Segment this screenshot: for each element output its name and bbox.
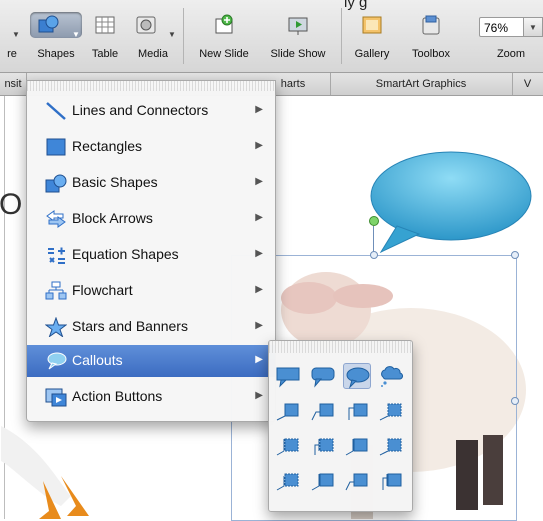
submenu-grip xyxy=(269,341,412,353)
menu-grip xyxy=(27,81,275,91)
flowchart-icon xyxy=(45,281,67,300)
star-icon xyxy=(45,317,67,337)
chevron-down-icon: ▼ xyxy=(72,30,80,39)
table-icon xyxy=(95,16,115,34)
media-icon xyxy=(136,16,156,34)
line-callout-icon xyxy=(348,403,368,420)
tab-smartart-graphics[interactable]: SmartArt Graphics xyxy=(330,73,513,95)
zoom-label-wrap: Zoom xyxy=(496,48,526,60)
cloud-callout-icon xyxy=(381,366,404,387)
toolbar: ly g ▼ re ▼ Shapes Table ▼ Media New Sli… xyxy=(0,0,543,73)
rotation-line xyxy=(373,226,374,252)
submenu-arrow-icon: ▶ xyxy=(255,390,263,401)
menu-item-action-buttons[interactable]: Action Buttons ▶ xyxy=(27,381,275,413)
slide-show-icon xyxy=(288,17,308,35)
callout-line-4[interactable] xyxy=(377,398,405,424)
tab-transitions[interactable]: nsit xyxy=(0,73,27,95)
callout-border-3[interactable] xyxy=(343,468,371,494)
menu-item-block-arrows[interactable]: Block Arrows ▶ xyxy=(27,203,275,235)
callout-line-1[interactable] xyxy=(274,398,302,424)
callout-line-2[interactable] xyxy=(309,398,337,424)
callout-icon xyxy=(47,352,67,370)
callout-accent-2[interactable] xyxy=(309,433,337,459)
media-button[interactable]: ▼ Media xyxy=(126,10,180,60)
callout-accent-3[interactable] xyxy=(343,433,371,459)
new-slide-icon xyxy=(215,14,233,34)
toolbar-separator xyxy=(183,8,184,64)
menu-item-rectangles[interactable]: Rectangles ▶ xyxy=(27,131,275,163)
slide-partial-text: O xyxy=(0,188,23,221)
callout-accent-4[interactable] xyxy=(377,433,405,459)
gallery-button[interactable]: Gallery xyxy=(346,10,398,60)
callout-rectangular[interactable] xyxy=(274,363,302,389)
line-icon xyxy=(46,102,66,120)
shapes-button[interactable]: ▼ Shapes xyxy=(28,10,84,60)
rounded-callout-icon xyxy=(311,367,335,388)
callout-line-3[interactable] xyxy=(343,398,371,424)
menu-item-stars-and-banners[interactable]: Stars and Banners ▶ xyxy=(27,311,275,343)
border-callout-icon xyxy=(311,473,334,491)
callout-cloud[interactable] xyxy=(377,363,405,389)
shapes-menu: Lines and Connectors ▶ Rectangles ▶ Basi… xyxy=(26,80,276,422)
callout-border-2[interactable] xyxy=(309,468,337,494)
basic-shapes-icon xyxy=(45,174,67,193)
rectangle-icon xyxy=(46,138,66,156)
callout-border-1[interactable] xyxy=(274,468,302,494)
submenu-arrow-icon: ▶ xyxy=(255,212,263,223)
submenu-arrow-icon: ▶ xyxy=(255,248,263,259)
toolbox-button[interactable]: Toolbox xyxy=(398,10,464,60)
block-arrows-icon xyxy=(46,210,66,228)
toolbar-separator xyxy=(341,8,342,64)
chevron-down-icon: ▼ xyxy=(168,30,176,39)
menu-item-equation-shapes[interactable]: Equation Shapes ▶ xyxy=(27,239,275,271)
submenu-arrow-icon: ▶ xyxy=(255,354,263,365)
picture-button[interactable]: ▼ re xyxy=(0,10,24,60)
menu-item-callouts[interactable]: Callouts ▶ xyxy=(27,345,275,377)
accent-callout-icon xyxy=(314,438,334,455)
oval-callout-icon xyxy=(346,367,370,389)
line-callout-icon xyxy=(379,403,402,421)
submenu-arrow-icon: ▶ xyxy=(255,284,263,295)
accent-callout-icon xyxy=(276,438,299,456)
action-button-icon xyxy=(45,388,67,407)
submenu-arrow-icon: ▶ xyxy=(255,176,263,187)
line-callout-icon xyxy=(311,403,334,421)
callout-oval[interactable] xyxy=(343,363,371,389)
resize-handle[interactable] xyxy=(511,251,519,259)
callout-accent-1[interactable] xyxy=(274,433,302,459)
equation-icon xyxy=(48,247,65,264)
menu-item-lines-and-connectors[interactable]: Lines and Connectors ▶ xyxy=(27,95,275,127)
submenu-arrow-icon: ▶ xyxy=(255,320,263,331)
border-callout-icon xyxy=(382,473,402,490)
new-slide-button[interactable]: New Slide xyxy=(188,10,260,60)
tab-review[interactable]: V xyxy=(512,73,543,95)
oval-callout-shape[interactable] xyxy=(367,148,535,254)
accent-callout-icon xyxy=(345,438,368,456)
border-callout-icon xyxy=(345,473,368,491)
callout-border-4[interactable] xyxy=(377,468,405,494)
shapes-icon xyxy=(38,15,59,33)
submenu-arrow-icon: ▶ xyxy=(255,140,263,151)
rotation-handle[interactable] xyxy=(369,216,379,226)
toolbox-icon xyxy=(422,15,440,35)
menu-item-basic-shapes[interactable]: Basic Shapes ▶ xyxy=(27,167,275,199)
table-button[interactable]: Table xyxy=(84,10,126,60)
gallery-icon xyxy=(362,16,382,34)
slide-show-button[interactable]: Slide Show xyxy=(260,10,336,60)
line-callout-icon xyxy=(276,403,299,421)
duck-image[interactable] xyxy=(1,426,111,519)
menu-item-flowchart[interactable]: Flowchart ▶ xyxy=(27,275,275,307)
border-callout-icon xyxy=(276,473,299,491)
resize-handle[interactable] xyxy=(511,397,519,405)
callout-rounded-rectangular[interactable] xyxy=(309,363,337,389)
accent-callout-icon xyxy=(379,438,402,456)
rect-callout-icon xyxy=(276,367,300,388)
chevron-down-icon: ▼ xyxy=(12,30,20,39)
resize-handle[interactable] xyxy=(370,251,378,259)
submenu-arrow-icon: ▶ xyxy=(255,104,263,115)
callouts-submenu xyxy=(268,340,413,512)
